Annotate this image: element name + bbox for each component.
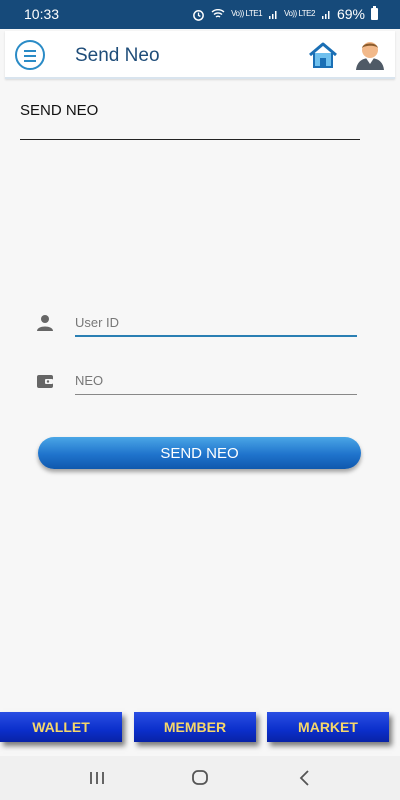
status-icons: Vo)) LTE1 Vo)) LTE2 69% [192,6,378,22]
wallet-icon [37,375,53,388]
user-profile-icon[interactable] [353,39,387,71]
network-1-label: Vo)) LTE1 [231,9,263,18]
tab-wallet[interactable]: WALLET [0,712,122,742]
back-icon[interactable] [275,756,335,800]
alarm-icon [193,9,205,21]
user-id-input[interactable] [75,311,355,333]
status-time: 10:33 [24,6,60,22]
signal-1-icon [269,10,277,19]
neo-underline [75,394,357,395]
wifi-icon [211,9,225,18]
send-neo-button[interactable]: SEND NEO [38,437,361,469]
home-icon[interactable] [307,41,339,69]
battery-icon [371,6,378,20]
person-icon [37,315,53,331]
network-2-label: Vo)) LTE2 [284,9,315,18]
tab-market[interactable]: MARKET [267,712,389,742]
home-nav-icon[interactable] [170,756,230,800]
system-nav-bar [0,756,400,800]
tab-member[interactable]: MEMBER [134,712,256,742]
app-bar: Send Neo [5,31,395,79]
menu-icon[interactable] [15,40,45,70]
recent-apps-icon[interactable] [67,756,127,800]
neo-field [35,369,357,395]
page-title: Send Neo [75,45,160,66]
section-title: SEND NEO [20,102,360,140]
user-id-field [35,311,357,337]
neo-amount-input[interactable] [75,369,355,391]
status-bar: 10:33 Vo)) LTE1 Vo)) LTE2 69% [0,0,400,29]
signal-2-icon [321,10,330,19]
battery-percent: 69% [336,6,365,22]
user-id-underline [75,335,357,337]
